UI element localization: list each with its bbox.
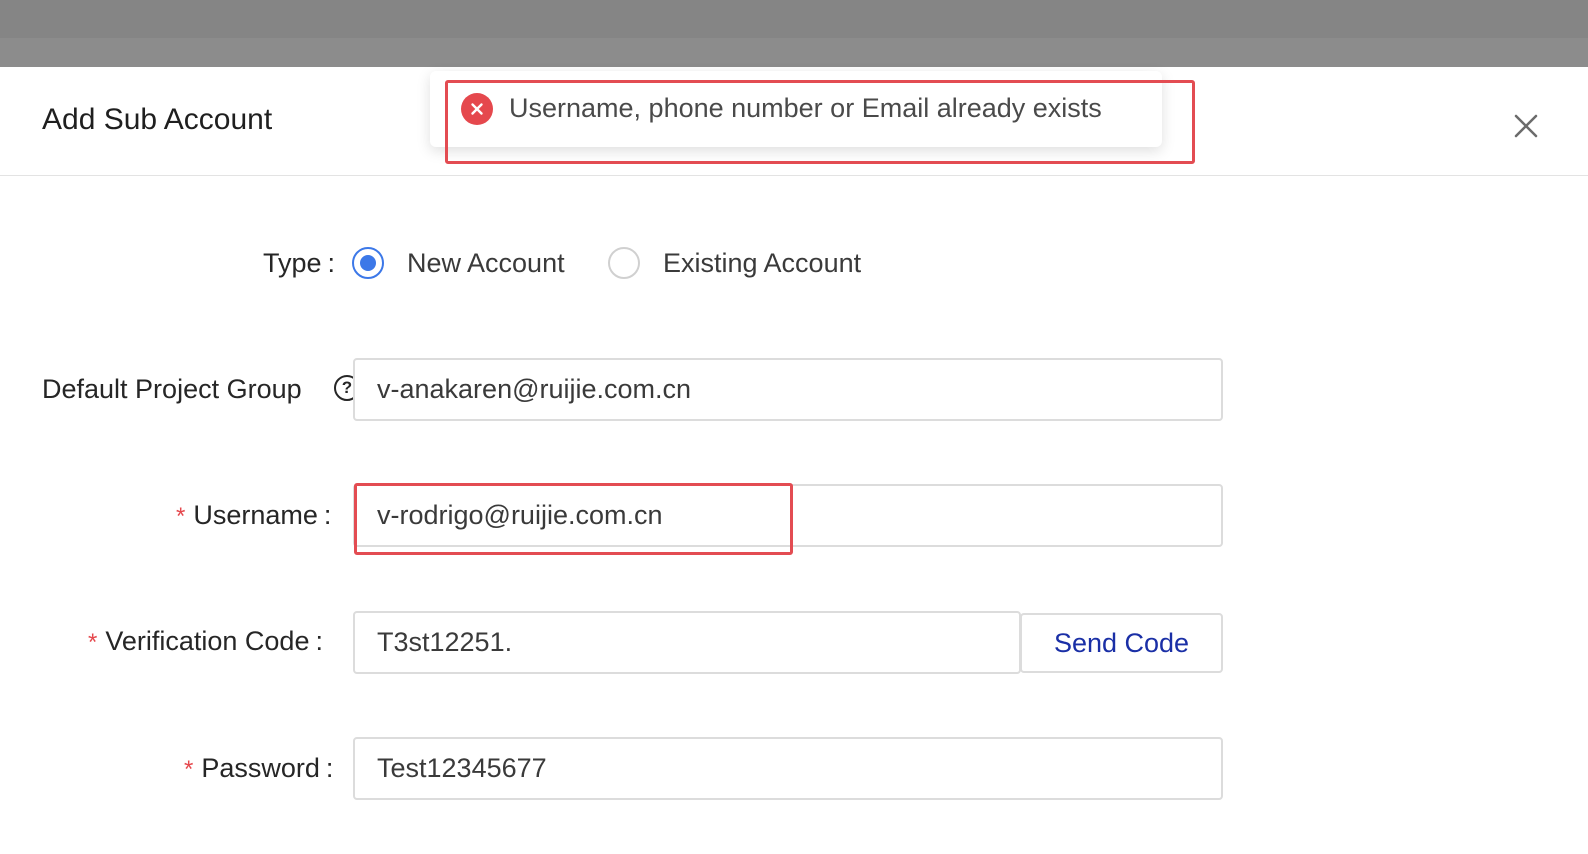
error-circle-icon	[461, 93, 493, 125]
backdrop-overlay-lower	[0, 38, 1588, 67]
default-project-group-field[interactable]: v-anakaren@ruijie.com.cn	[353, 358, 1223, 421]
type-label: Type:	[263, 248, 336, 278]
password-label: * Password:	[184, 753, 334, 783]
radio-existing-account[interactable]	[608, 247, 640, 279]
backdrop-overlay	[0, 0, 1588, 67]
required-asterisk: *	[88, 629, 98, 656]
username-field[interactable]: v-rodrigo@ruijie.com.cn	[353, 484, 1223, 547]
modal-title: Add Sub Account	[42, 103, 273, 136]
required-asterisk: *	[176, 503, 186, 530]
radio-existing-account-label[interactable]: Existing Account	[663, 248, 861, 279]
toast-message: Username, phone number or Email already …	[509, 93, 1102, 123]
verification-code-label: * Verification Code:	[88, 626, 323, 656]
radio-new-account[interactable]	[352, 247, 384, 279]
default-project-group-label: Default Project Group	[42, 374, 302, 404]
username-label: * Username:	[176, 500, 332, 530]
error-toast: Username, phone number or Email already …	[430, 71, 1162, 147]
radio-new-account-label[interactable]: New Account	[407, 248, 565, 279]
required-asterisk: *	[184, 756, 194, 783]
password-field[interactable]: Test12345677	[353, 737, 1223, 800]
verification-code-field[interactable]: T3st12251.	[353, 611, 1021, 674]
close-x-glyph	[471, 103, 483, 115]
send-code-button[interactable]: Send Code	[1020, 613, 1223, 673]
add-sub-account-modal: Add Sub Account Type: New Account Existi…	[0, 67, 1588, 854]
close-button[interactable]	[1507, 107, 1545, 145]
close-icon	[1514, 114, 1538, 138]
